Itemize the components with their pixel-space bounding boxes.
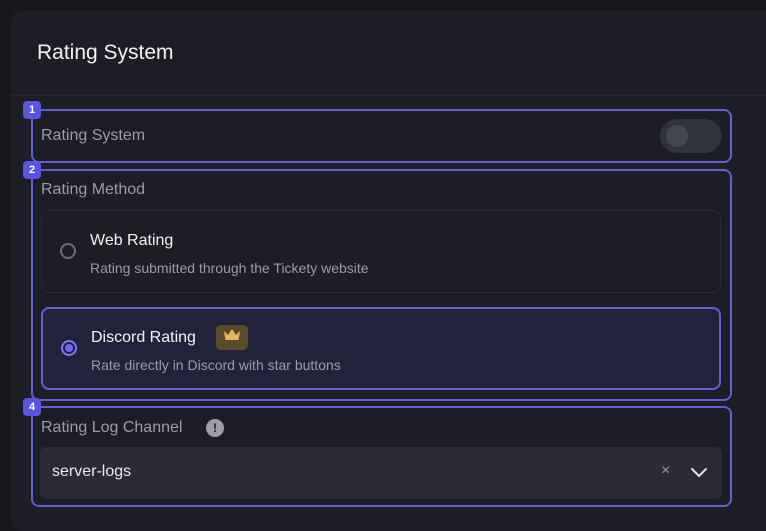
step-badge-1: 1 <box>23 101 41 119</box>
clear-icon[interactable]: × <box>661 462 670 480</box>
discord-rating-radio[interactable] <box>61 340 77 356</box>
premium-badge <box>216 325 248 350</box>
discord-rating-description: Rate directly in Discord with star butto… <box>91 357 341 373</box>
step-badge-2: 2 <box>23 161 41 179</box>
log-channel-value: server-logs <box>52 463 132 480</box>
rating-log-channel-label: Rating Log Channel <box>41 419 183 436</box>
rating-method-label: Rating Method <box>41 181 146 198</box>
step-badge-4: 4 <box>23 398 41 416</box>
discord-rating-option[interactable]: Discord Rating Rate directly in Discord … <box>41 307 721 390</box>
crown-icon <box>223 328 241 347</box>
web-rating-radio[interactable] <box>60 243 76 259</box>
discord-rating-title: Discord Rating <box>91 329 196 346</box>
radio-selected-dot <box>65 344 73 352</box>
rating-system-label: Rating System <box>41 127 146 144</box>
chevron-down-icon[interactable] <box>690 465 708 483</box>
page-title: Rating System <box>37 41 174 64</box>
rating-system-toggle[interactable] <box>660 119 722 153</box>
log-channel-select[interactable]: server-logs × <box>40 447 722 499</box>
web-rating-title: Web Rating <box>90 232 174 249</box>
card-header: Rating System <box>11 11 766 96</box>
info-icon[interactable]: ! <box>206 419 224 437</box>
web-rating-option[interactable]: Web Rating Rating submitted through the … <box>41 210 721 293</box>
toggle-knob <box>666 125 688 147</box>
web-rating-description: Rating submitted through the Tickety web… <box>90 260 369 276</box>
